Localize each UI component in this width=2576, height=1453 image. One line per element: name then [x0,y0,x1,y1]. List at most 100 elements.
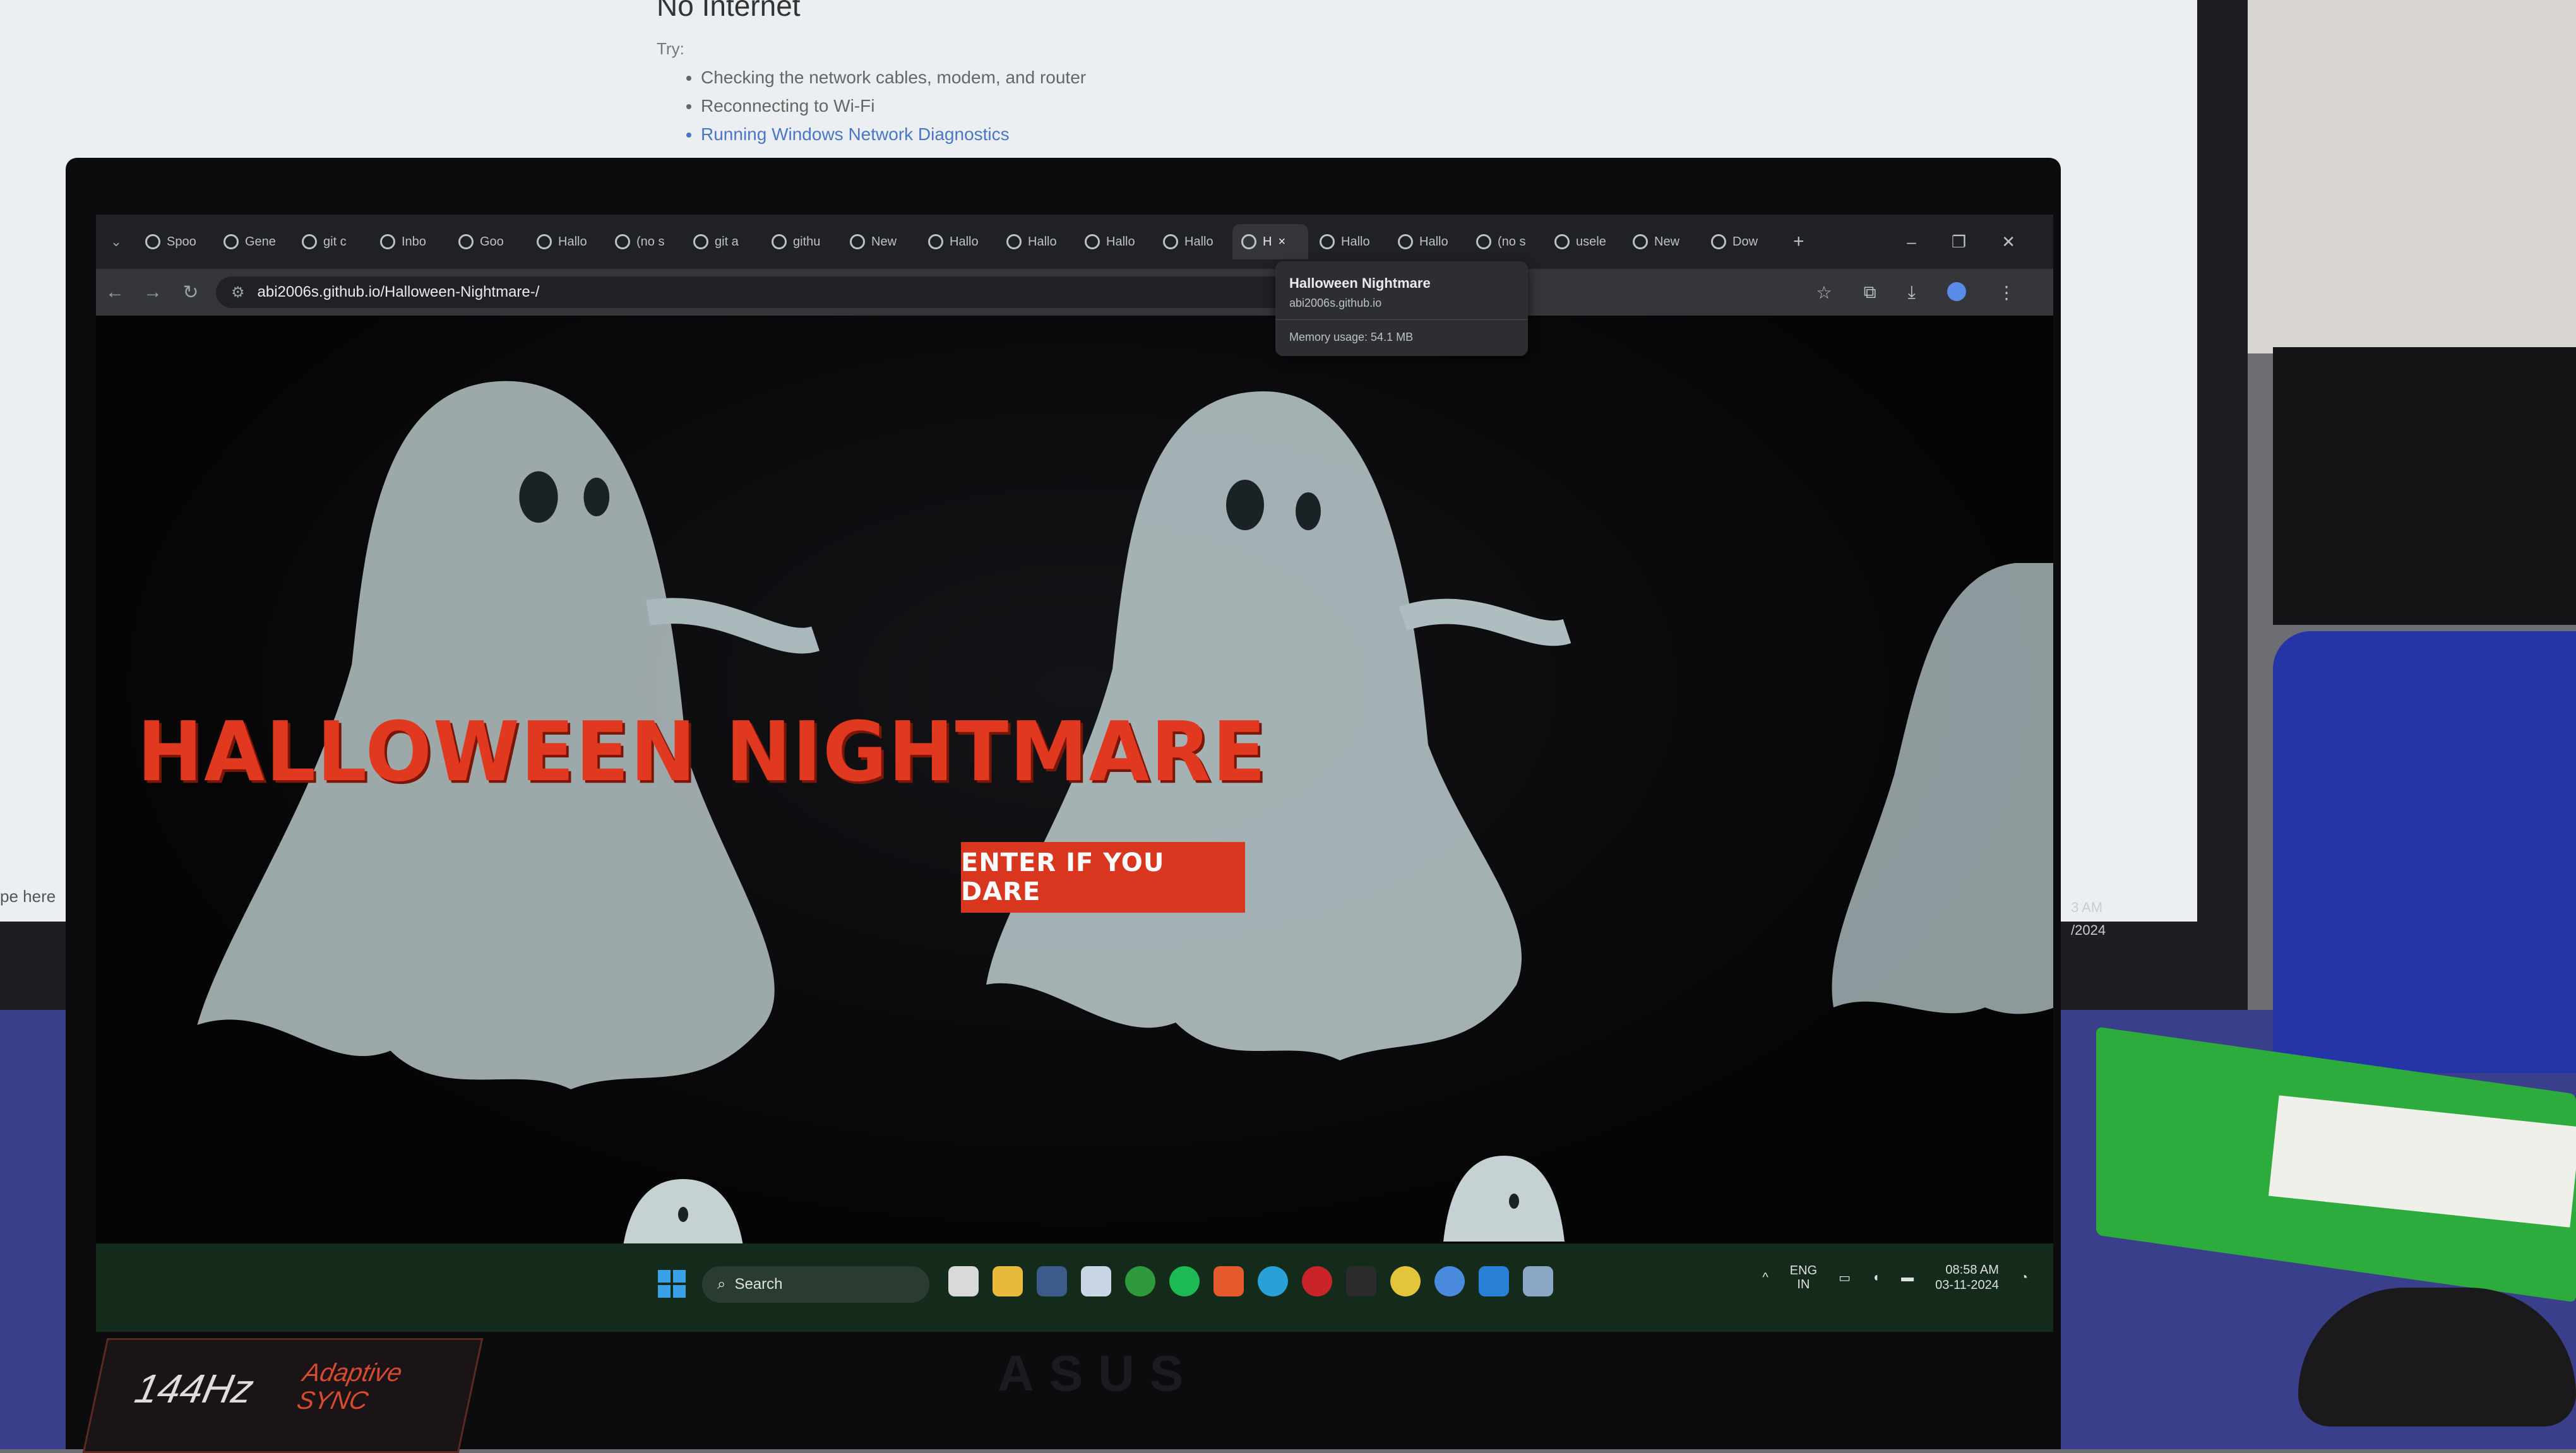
background-clock: 3 AM /2024 [2071,896,2106,942]
background-clock-time: 3 AM [2071,899,2103,915]
browser-tab[interactable]: (no s [606,224,682,259]
xbox-icon[interactable] [1125,1266,1155,1296]
enter-button[interactable]: ENTER IF YOU DARE [961,842,1245,913]
minimize-icon[interactable]: – [1907,232,1916,252]
github-pages-icon [1085,234,1100,249]
browser-tab[interactable]: Gene [215,224,290,259]
browser-tab[interactable]: Hallo [528,224,604,259]
taskbar-clock[interactable]: 08:58 AM 03-11-2024 [1935,1262,1999,1293]
memory-usage-label: Memory usage: 54.1 MB [1289,331,1414,343]
browser-tab[interactable]: New [841,224,917,259]
browser-tab[interactable]: Hallo [1076,224,1152,259]
battery-icon[interactable]: ▬ [1901,1271,1914,1285]
ghost-image [623,1179,744,1250]
tab-label: Hallo [1341,234,1370,249]
browser-tab[interactable]: Hallo [1154,224,1230,259]
browser-tab[interactable]: git a [684,224,760,259]
try-label: Try: [657,39,684,58]
language-indicator[interactable]: ENG IN [1790,1264,1817,1291]
close-window-icon[interactable]: ✕ [2001,232,2015,252]
github-pages-icon [1006,234,1022,249]
app-icon[interactable] [1523,1266,1553,1296]
type-here-search-fragment: pe here [0,887,56,906]
chatgpt-icon [1633,234,1648,249]
app-icon[interactable] [1037,1266,1067,1296]
chrome-profile-icon[interactable] [1434,1266,1465,1296]
windows-start-icon[interactable] [658,1270,686,1298]
chevron-up-icon[interactable]: ^ [1762,1271,1768,1285]
download-icon [1711,234,1726,249]
browser-tab[interactable]: Hallo [1311,224,1386,259]
tab-label: Inbo [402,234,426,249]
hover-card-url: abi2006s.github.io [1289,297,1382,309]
language-code: ENG [1789,1264,1818,1278]
browser-tab[interactable]: Dow [1702,224,1778,259]
menu-kebab-icon[interactable]: ⋮ [1998,282,2015,303]
taskbar-apps [948,1266,1553,1296]
edge-icon[interactable] [1258,1266,1288,1296]
task-view-icon[interactable] [948,1266,979,1296]
terminal-icon[interactable] [1346,1266,1376,1296]
site-info-icon[interactable]: ⚙ [231,283,245,302]
extensions-icon[interactable]: ⧉ [1864,282,1876,303]
opera-icon[interactable] [1302,1266,1332,1296]
tab-label: Hallo [1419,234,1448,249]
spotify-icon [145,234,160,249]
chrome-icon[interactable] [1390,1266,1421,1296]
tab-label: Gene [245,234,276,249]
refresh-rate-label: 144Hz [131,1366,258,1411]
brave-icon[interactable] [1213,1266,1244,1296]
suggestion-item: Checking the network cables, modem, and … [701,63,1086,92]
ghost-image [1443,1156,1565,1242]
tab-label: Hallo [1028,234,1057,249]
browser-tab[interactable]: Spoo [136,224,212,259]
github-pages-icon [1241,234,1256,249]
download-icon[interactable]: ⤓ [1908,282,1916,303]
system-tray: ^ ENG IN ▭ ◖ ▬ 08:58 AM 03-11-2024 ◔ [1762,1262,2028,1293]
github-pages-icon [1163,234,1178,249]
browser-tab[interactable]: Inbo [371,224,447,259]
restore-icon[interactable]: ❐ [1952,232,1966,252]
browser-tab[interactable]: Hallo [919,224,995,259]
reload-icon[interactable]: ↻ [172,282,210,304]
network-icon[interactable]: ▭ [1839,1270,1851,1286]
volume-icon[interactable]: ◖ [1872,1271,1880,1285]
browser-tab[interactable]: git c [293,224,369,259]
toolbar-actions: ☆ ⧉ ⤓ ⋮ [1816,282,2054,303]
file-explorer-icon[interactable] [993,1266,1023,1296]
adaptive-sync-sticker: 144Hz Adaptive SYNC [82,1338,484,1453]
back-icon[interactable]: ← [96,282,134,303]
forward-icon[interactable]: → [134,282,172,303]
address-bar[interactable]: ⚙ abi2006s.github.io/Halloween-Nightmare… [216,276,1289,308]
tab-search-icon[interactable]: ⌄ [96,234,136,250]
browser-tab[interactable]: Hallo [998,224,1073,259]
background-clock-date: /2024 [2071,922,2106,938]
vscode-icon[interactable] [1479,1266,1509,1296]
background-wall [2248,0,2576,353]
github-pages-icon [928,234,943,249]
browser-tab[interactable]: Hallo [1389,224,1465,259]
browser-tab[interactable]: usele [1546,224,1621,259]
gmail-icon [1476,234,1491,249]
browser-tab[interactable]: Goo [450,224,525,259]
ghost-image [1832,563,2053,1014]
taskbar-search-box[interactable]: ⌕ Search [702,1266,929,1303]
tab-label: Goo [480,234,504,249]
profile-avatar[interactable] [1947,282,1966,301]
github-pages-icon [537,234,552,249]
search-icon: ⌕ [717,1276,726,1293]
calendar-icon[interactable] [1081,1266,1111,1296]
close-tab-icon[interactable]: × [1278,235,1285,249]
browser-tab[interactable]: githu [763,224,838,259]
spotify-icon[interactable] [1169,1266,1200,1296]
window-controls: – ❐ ✕ [1907,232,2053,252]
gmail-icon [380,234,395,249]
suggestion-link[interactable]: Running Windows Network Diagnostics [701,120,1086,148]
tab-label: githu [793,234,821,249]
browser-tab[interactable]: New [1624,224,1700,259]
notification-bell-icon[interactable]: ◔ [2020,1271,2028,1285]
browser-tab[interactable]: (no s [1467,224,1543,259]
bookmark-star-icon[interactable]: ☆ [1816,282,1832,303]
new-tab-icon[interactable]: + [1793,231,1804,252]
tab-active[interactable]: H × [1232,224,1308,259]
